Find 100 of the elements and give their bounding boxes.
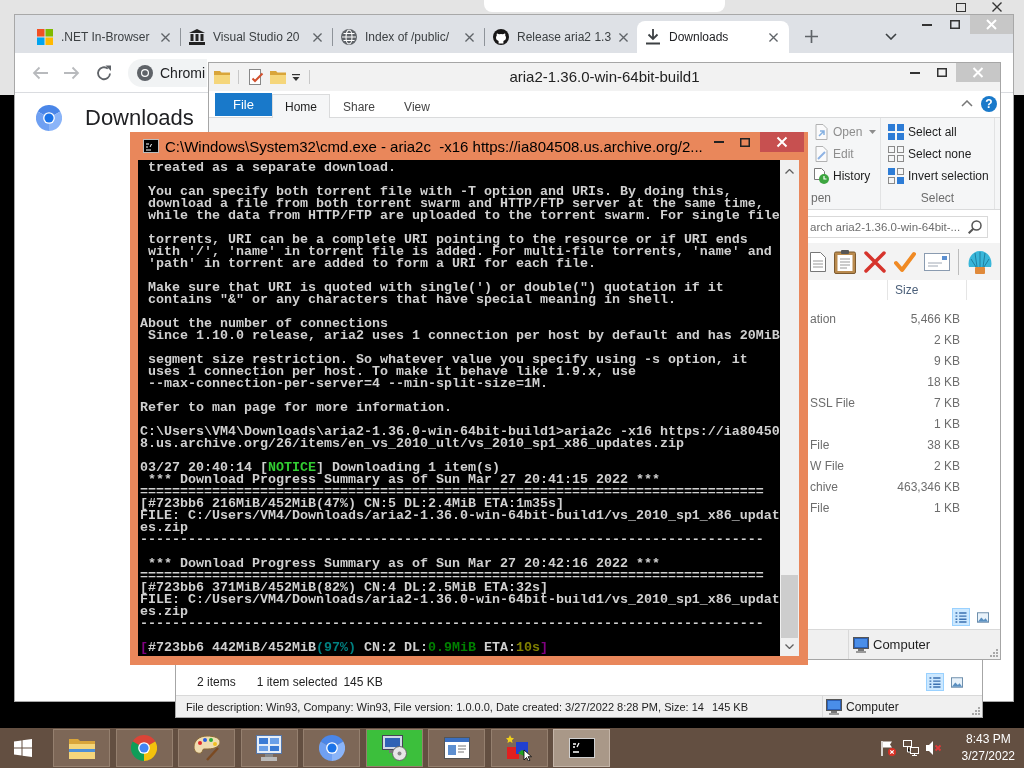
console-line: [#723bb6 216MiB/452MiB(47%) CN:5 DL:2.4MiB ETA:1m35s] [140,498,564,510]
columns-icon [189,29,205,45]
browser-tab[interactable]: Release aria2 1.3 [485,21,637,53]
minimize-icon[interactable] [922,23,932,26]
type-cell: File [810,500,830,515]
scrollbar[interactable] [780,160,799,656]
network-icon[interactable] [902,740,919,756]
picture-icon [951,676,963,688]
chevron-down-icon[interactable] [885,33,897,40]
clock-time[interactable]: 8:43 PM [965,731,1011,748]
resize-grip-icon[interactable] [990,649,998,657]
maximize-icon[interactable] [740,137,750,147]
view-button[interactable] [926,673,944,691]
scrollbar-thumb[interactable] [781,575,798,638]
console-line: torrents, URI can be a complete URI pointing to the resource or if URI ends [147,234,748,246]
console-line: FILE: C:/Users/VM4/Downloads/aria2-1.36.0-win-64bit-build1/vs_2010_sp1_x86_updat [140,594,780,606]
type-cell: SSL File [810,395,855,410]
ribbon-command[interactable]: Invert selection [881,165,994,187]
taskbar-button[interactable] [553,729,610,767]
flag-icon[interactable] [879,740,896,756]
close-icon[interactable] [769,32,778,42]
browser-tab[interactable]: Downloads [637,21,789,53]
cross-icon[interactable] [864,250,886,273]
console-line: C:\Users\VM4\Downloads\aria2-1.36.0-win-64bit-build1>aria2c -x16 https://ia80450 [140,426,780,438]
close-icon[interactable] [992,2,1002,12]
list-icon [955,611,967,623]
console-line: About the number of connections [140,318,389,330]
console-line: es.zip [140,606,188,618]
history-icon [813,168,829,184]
invert-selection-icon [888,168,904,184]
console-line: es.zip [140,522,188,534]
file-details: File description: Win93, Company: Win93, File version: 1.0.0.0, Date created: 3/27/2022 8:28 PM, Size: 14 [186,700,704,713]
console-line: ------------------------------------------------------------------------------ [140,618,765,630]
chevron-up-icon[interactable] [785,169,794,174]
file-tab[interactable]: File [215,93,272,116]
ribbon-tab[interactable]: Home [272,94,330,118]
computer-icon [853,636,869,653]
ribbon-tab[interactable]: View [388,94,446,118]
select-all-icon [888,124,904,140]
globe-icon [341,29,357,45]
chevron-down-icon[interactable] [785,644,794,649]
size-cell: 38 KB [927,437,960,452]
close-icon[interactable] [619,32,629,42]
reload-icon[interactable] [96,64,112,81]
console-line: Make sure that URI is quoted with single(') or double(") quotation if it [147,282,725,294]
selection-text: 1 item selected [256,675,338,689]
edit-icon [813,146,829,162]
close-icon[interactable] [161,32,170,42]
search-field[interactable]: arch aria2-1.36.0-win-64bit-... [807,215,988,238]
plus-icon[interactable] [805,30,818,43]
size-cell: 18 KB [927,374,960,389]
clipboard-icon[interactable] [834,249,856,274]
ribbon-tab[interactable]: Share [330,94,388,118]
terminal-icon [143,139,159,153]
close-icon[interactable] [313,32,322,42]
group-label: pen [811,191,832,205]
size-cell: 9 KB [934,353,960,368]
checkmark-icon[interactable] [894,250,916,273]
taskbar-button[interactable] [365,729,423,767]
search-icon[interactable] [968,219,982,234]
download-icon [645,29,661,45]
document-icon[interactable] [810,251,826,272]
shell-icon[interactable] [967,249,993,274]
size-cell: 2 KB [934,332,960,347]
console-line: with '/', 'name' in torrent file is added. For multi-file torrents, 'name' and [147,246,773,258]
muted-speaker-icon[interactable] [925,740,942,756]
ribbon-command[interactable]: Select none [881,143,994,165]
help-button[interactable]: ? [981,96,997,112]
console-line: ------------------------------------------------------------------------------ [140,534,765,546]
type-cell: chive [810,479,838,494]
windows-logo-icon[interactable] [14,739,32,757]
size-cell: 7 KB [934,395,960,410]
minimize-icon[interactable] [910,71,920,74]
close-icon[interactable] [465,32,474,42]
taskbar-button[interactable] [428,729,485,767]
envelope-icon[interactable] [924,252,950,271]
ribbon-command[interactable]: Select all [881,121,994,143]
browser-icon [318,735,345,761]
properties-icon[interactable] [248,69,264,85]
address-field[interactable]: Chromi [128,58,207,87]
type-cell: ation [810,311,837,326]
address-field[interactable] [484,0,725,12]
view-button[interactable] [952,608,970,626]
caret-icon[interactable] [292,73,300,81]
browser-logo-icon [36,105,62,131]
resize-grip-icon[interactable] [972,707,980,715]
console-line: while the data from HTTP/FTP are uploaded to the torrent swarm. For single file [147,210,780,222]
size-cell: 1 KB [934,500,960,515]
list-icon [929,676,941,688]
column-header[interactable]: Size [887,280,967,300]
open-icon [813,124,829,140]
page-title: Downloads [85,105,194,131]
chevron-up-icon[interactable] [961,100,973,107]
cat-icon [493,29,509,45]
file-size: 145 KB [711,700,748,713]
clock-date[interactable]: 3/27/2022 [961,748,1015,765]
console-line: 'path' in torrent are added to form a URI for each file. [147,258,597,270]
maximize-icon[interactable] [937,68,947,77]
computer-icon [826,698,842,715]
console-line: treated as a separate download. [147,162,397,174]
